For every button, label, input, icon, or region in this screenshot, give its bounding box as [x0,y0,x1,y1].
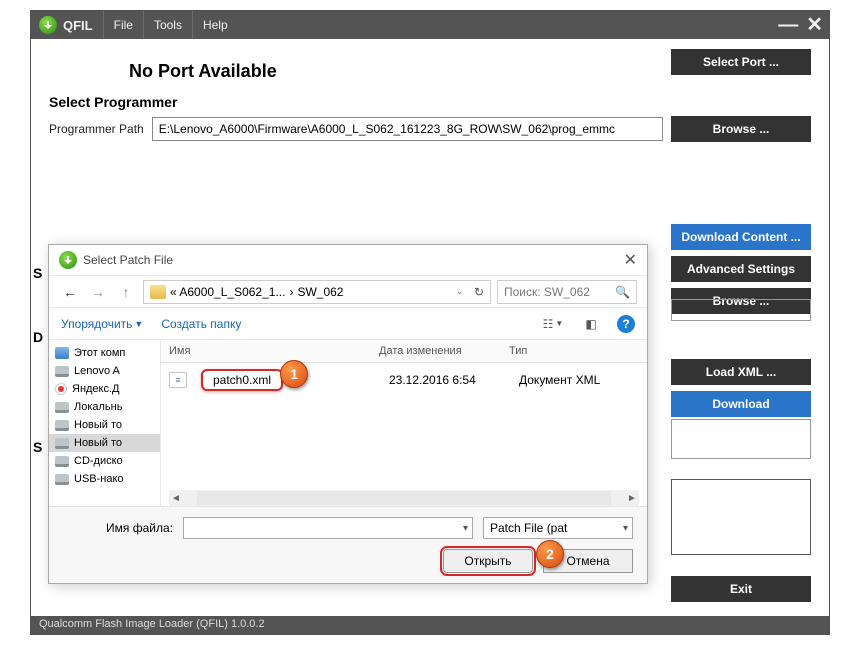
tree-item[interactable]: Новый то [49,434,160,452]
col-date[interactable]: Дата изменения [371,340,501,362]
section-programmer-title: Select Programmer [49,94,811,110]
textbox-stub1 [671,299,811,321]
scroll-track[interactable] [197,491,611,505]
app-icon [39,16,57,34]
col-type[interactable]: Тип [501,340,647,362]
tree-item[interactable]: USB-нако [49,470,160,488]
organize-menu[interactable]: Упорядочить ▼ [61,317,143,331]
tree-item[interactable]: Яндекс.Д [49,380,160,398]
breadcrumb[interactable]: « A6000_L_S062_1... › SW_062 ⌄ ↻ [143,280,491,304]
menu-bar: File Tools Help [103,11,238,39]
dialog-title-bar: Select Patch File ✕ [49,245,647,275]
tree-item[interactable]: Локальнь [49,398,160,416]
tree-item-label: Яндекс.Д [72,383,120,395]
download-content-button[interactable]: Download Content ... [671,224,811,250]
disk-icon [55,402,69,413]
filename-label: Имя файла: [63,521,173,535]
search-placeholder: Поиск: SW_062 [504,285,590,299]
textbox-stub2 [671,419,811,459]
refresh-icon[interactable]: ↻ [474,285,484,299]
folder-tree: Этот комп Lenovo A Яндекс.Д Локальнь Новый т… [49,340,161,506]
monitor-icon [55,347,69,359]
partial-label-s2: S [33,439,42,455]
programmer-path-label: Programmer Path [49,122,144,136]
file-list-header: Имя Дата изменения Тип [161,340,647,363]
app-title: QFIL [63,18,93,33]
partial-label-s: S [33,265,42,281]
window-controls: — ✕ [778,15,829,35]
disk-icon [55,456,69,467]
menu-file[interactable]: File [103,11,143,39]
new-folder-button[interactable]: Создать папку [161,317,241,331]
minimize-icon[interactable]: — [778,15,798,35]
view-mode-icon[interactable]: ☷ ▼ [541,314,565,334]
dialog-body: Этот комп Lenovo A Яндекс.Д Локальнь Новый т… [49,339,647,506]
breadcrumb-sep: › [289,285,293,299]
file-type: Документ XML [511,371,647,389]
close-icon[interactable]: ✕ [806,15,823,35]
disk-icon [55,420,69,431]
callout-2: 2 [536,540,564,568]
programmer-path-input[interactable] [152,117,663,141]
preview-pane-icon[interactable]: ◧ [579,314,603,334]
tree-item[interactable]: Новый то [49,416,160,434]
breadcrumb-pre: « A6000_L_S062_1... [170,285,285,299]
disk-icon [55,474,69,485]
help-icon[interactable]: ? [617,315,635,333]
tree-item-label: Новый то [74,419,122,431]
search-input[interactable]: Поиск: SW_062 🔍 [497,280,637,304]
filename-combo[interactable] [183,517,473,539]
scroll-left-icon[interactable]: ◄ [169,493,183,504]
horizontal-scrollbar[interactable]: ◄ ► [169,490,639,506]
disk-icon [55,366,69,377]
folder-icon [150,285,166,299]
disk-icon [55,438,69,449]
xml-file-icon: ≡ [169,372,187,388]
nav-back-icon[interactable]: ← [59,281,81,303]
col-name[interactable]: Имя [161,340,371,362]
log-box [671,479,811,555]
select-port-button[interactable]: Select Port ... [671,49,811,75]
dialog-app-icon [59,251,77,269]
tree-item[interactable]: Lenovo A [49,362,160,380]
file-row[interactable]: ≡ patch0.xml 23.12.2016 6:54 Документ XM… [161,363,647,397]
title-bar: QFIL File Tools Help — ✕ [31,11,829,39]
nav-up-icon[interactable]: ↑ [115,281,137,303]
tree-item-label: Этот комп [74,347,125,359]
status-bar: Qualcomm Flash Image Loader (QFIL) 1.0.0… [31,616,829,634]
tree-item-label: CD-диско [74,455,123,467]
file-name: patch0.xml [201,369,283,391]
load-xml-button[interactable]: Load XML ... [671,359,811,385]
breadcrumb-dropdown-icon[interactable]: ⌄ [456,286,464,297]
yandex-icon [55,383,67,395]
search-icon: 🔍 [615,285,630,299]
breadcrumb-leaf: SW_062 [297,285,343,299]
menu-tools[interactable]: Tools [143,11,192,39]
tree-item-label: Lenovo A [74,365,120,377]
dialog-nav: ← → ↑ « A6000_L_S062_1... › SW_062 ⌄ ↻ П… [49,275,647,307]
advanced-settings-button[interactable]: Advanced Settings [671,256,811,282]
dialog-toolbar: Упорядочить ▼ Создать папку ☷ ▼ ◧ ? [49,307,647,339]
open-button[interactable]: Открыть [443,549,533,573]
scroll-right-icon[interactable]: ► [625,493,639,504]
tree-item-label: Новый то [74,437,122,449]
filter-combo[interactable]: Patch File (pat [483,517,633,539]
partial-label-d: D [33,329,43,345]
file-pane: Имя Дата изменения Тип ≡ patch0.xml 23.1… [161,340,647,506]
menu-help[interactable]: Help [192,11,238,39]
exit-button[interactable]: Exit [671,576,811,602]
dialog-title: Select Patch File [83,253,173,267]
browse-programmer-button[interactable]: Browse ... [671,116,811,142]
tree-item[interactable]: CD-диско [49,452,160,470]
file-dialog: Select Patch File ✕ ← → ↑ « A6000_L_S062… [48,244,648,584]
nav-forward-icon[interactable]: → [87,281,109,303]
download-button[interactable]: Download [671,391,811,417]
dialog-close-icon[interactable]: ✕ [624,250,637,270]
tree-item[interactable]: Этот комп [49,344,160,362]
tree-item-label: USB-нако [74,473,124,485]
file-date: 23.12.2016 6:54 [381,371,511,389]
callout-1: 1 [280,360,308,388]
tree-item-label: Локальнь [74,401,122,413]
